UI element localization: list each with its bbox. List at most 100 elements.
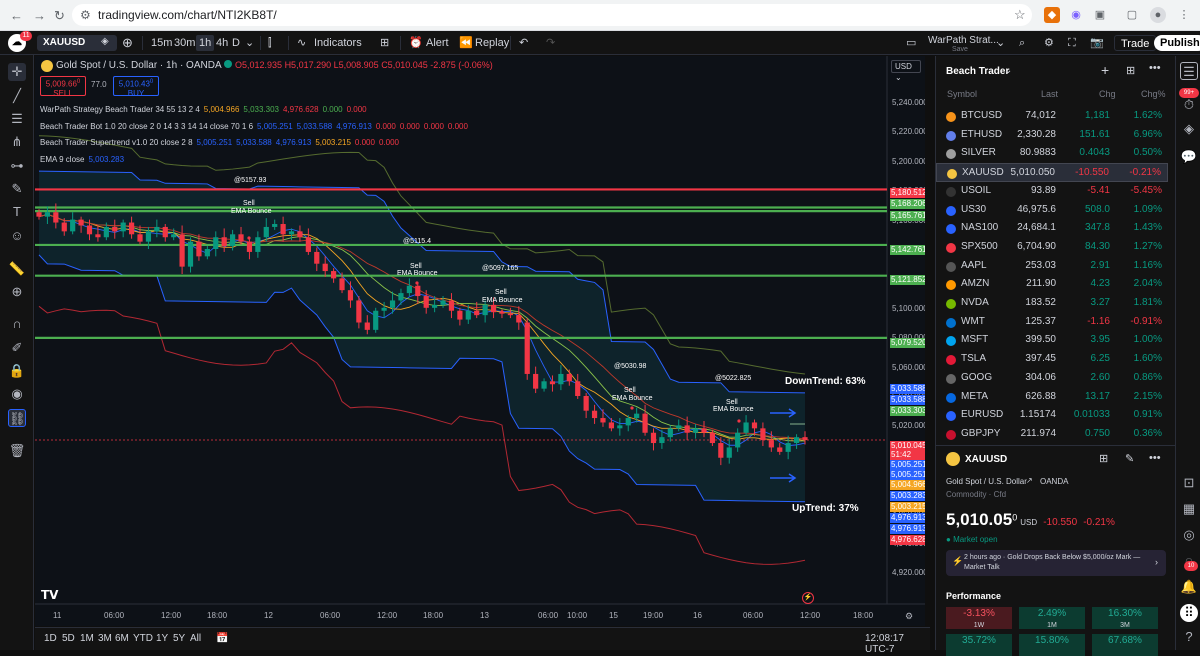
symbol-search[interactable]: XAUUSD ◈	[37, 35, 117, 51]
col-symbol[interactable]: Symbol	[947, 89, 977, 99]
watchlist-row[interactable]: EURUSD 1.15174 0.01033 0.91%	[936, 406, 1168, 425]
detail-layout-icon[interactable]: ⊞	[1099, 452, 1108, 465]
range-3m[interactable]: 3M	[98, 633, 112, 644]
link-icon[interactable]: ⛓	[8, 409, 26, 427]
settings-gear-icon[interactable]: ⚙	[1044, 35, 1054, 51]
sell-button[interactable]: 5,009.660 SELL	[40, 76, 86, 98]
publish-button[interactable]: Publish	[1154, 35, 1200, 51]
range-5y[interactable]: 5Y	[173, 633, 185, 644]
ideas-icon[interactable]: ◎	[1180, 526, 1198, 544]
crosshair-icon[interactable]: ✛	[8, 63, 26, 81]
strategy-dropdown-icon[interactable]: ⌄	[996, 35, 1005, 51]
reload-icon[interactable]: ↻	[54, 8, 65, 24]
col-chg-pct[interactable]: Chg%	[1141, 89, 1166, 99]
candle-type-icon[interactable]: ⫿	[268, 35, 272, 51]
watchlist-row[interactable]: NVDA 183.52 3.27 1.81%	[936, 294, 1168, 313]
watchlist-dropdown-icon[interactable]: ⌄	[1004, 65, 1012, 76]
interval-1h[interactable]: 1h	[196, 35, 215, 51]
watchlist-row[interactable]: NAS100 24,684.1 347.8 1.43%	[936, 219, 1168, 238]
alerts-clock-icon[interactable]: ⏱	[1180, 96, 1198, 114]
profile-icon[interactable]: ●	[1150, 7, 1166, 23]
add-symbol-icon[interactable]: +	[1101, 62, 1109, 78]
interval-d[interactable]: D	[232, 35, 240, 51]
redo-icon[interactable]: ↷	[546, 35, 555, 51]
notifications-bell-icon[interactable]: 🔔	[1180, 578, 1198, 596]
interval-4h[interactable]: 4h	[216, 35, 228, 51]
watchlist-row[interactable]: MSFT 399.50 3.95 1.00%	[936, 331, 1168, 350]
chart-pane[interactable]: Gold Spot / U.S. Dollar · 1h · OANDA O5,…	[35, 56, 925, 626]
range-all[interactable]: All	[190, 633, 201, 644]
detail-more-icon[interactable]: •••	[1149, 452, 1161, 464]
performance-cell[interactable]: 35.72%	[946, 634, 1012, 656]
col-chg[interactable]: Chg	[1099, 89, 1116, 99]
watchlist-icon[interactable]: ☰	[1180, 62, 1198, 80]
lightning-icon[interactable]: ⚡	[802, 592, 814, 604]
date-range-icon[interactable]: 📅	[216, 633, 228, 644]
snapshot-camera-icon[interactable]: 📷	[1090, 35, 1104, 51]
emoji-icon[interactable]: ☺	[8, 227, 26, 245]
indicator-legend-row[interactable]: Beach Trader Supertrend v1.0 20 close 2 …	[40, 135, 468, 152]
forward-icon[interactable]: →	[33, 8, 46, 23]
detail-external-icon[interactable]: ↗	[1026, 476, 1033, 485]
text-tool-icon[interactable]: T	[8, 203, 26, 221]
magnet-icon[interactable]: ∩	[8, 315, 26, 333]
interval-15m[interactable]: 15m	[151, 35, 172, 51]
clock-time[interactable]: 12:08:17 UTC-7	[865, 633, 930, 655]
watchlist-row[interactable]: GBPJPY 211.974 0.750 0.36%	[936, 425, 1168, 444]
news-item[interactable]: ⚡ 2 hours ago · Gold Drops Back Below $5…	[946, 550, 1166, 576]
buy-button[interactable]: 5,010.430 BUY	[113, 76, 159, 98]
calendar-icon[interactable]: ▦	[1180, 500, 1198, 518]
ruler-icon[interactable]: 📏	[8, 260, 26, 278]
data-window-icon[interactable]: ◈	[1180, 120, 1198, 138]
performance-cell[interactable]: -3.13% 1W	[946, 607, 1012, 629]
range-5d[interactable]: 5D	[62, 633, 75, 644]
trash-icon[interactable]: 🗑	[8, 442, 26, 460]
detail-symbol[interactable]: XAUUSD	[965, 454, 1007, 465]
watchlist-row[interactable]: USOIL 93.89 -5.41 -5.45%	[936, 182, 1168, 201]
fullscreen-icon[interactable]: ⛶	[1068, 35, 1076, 51]
performance-cell[interactable]: 16.30% 3M	[1092, 607, 1158, 629]
interval-dropdown-icon[interactable]: ⌄	[245, 35, 254, 51]
watchlist-row[interactable]: GOOG 304.06 2.60 0.86%	[936, 369, 1168, 388]
pattern-icon[interactable]: ⋔	[8, 133, 26, 151]
detail-edit-icon[interactable]: ✎	[1125, 452, 1134, 465]
bookmark-star-icon[interactable]: ☆	[1014, 7, 1026, 23]
watchlist-more-icon[interactable]: •••	[1149, 62, 1161, 74]
watchlist-row[interactable]: AMZN 211.90 4.23 2.04%	[936, 275, 1168, 294]
prediction-icon[interactable]: ⊶	[8, 157, 26, 175]
zoom-search-icon[interactable]: ⌕	[1019, 35, 1025, 51]
performance-cell[interactable]: 67.68%	[1092, 634, 1158, 656]
replay-icon[interactable]: ⏪	[459, 35, 473, 51]
watchlist-row[interactable]: META 626.88 13.17 2.15%	[936, 388, 1168, 407]
hide-eye-icon[interactable]: ◉	[8, 385, 26, 403]
metamask-icon[interactable]: ◆	[1044, 7, 1060, 23]
range-6m[interactable]: 6M	[115, 633, 129, 644]
range-1y[interactable]: 1Y	[156, 633, 168, 644]
range-ytd[interactable]: YTD	[133, 633, 153, 644]
indicators-button[interactable]: Indicators	[314, 35, 362, 51]
layout-icon[interactable]: ▭	[906, 35, 916, 51]
trend-line-icon[interactable]: ╱	[8, 87, 26, 105]
indicator-legend-row[interactable]: EMA 9 close 5,003.283	[40, 152, 468, 169]
stay-drawing-icon[interactable]: ✐	[8, 339, 26, 357]
indicator-legend-row[interactable]: WarPath Strategy Beach Trader 34 55 13 2…	[40, 102, 468, 119]
replay-button[interactable]: Replay	[475, 35, 509, 51]
address-bar[interactable]: ⚙ tradingview.com/chart/NTI2KB8T/	[72, 4, 1032, 26]
watchlist-row[interactable]: ETHUSD 2,330.28 151.61 6.96%	[936, 126, 1168, 145]
watchlist-row[interactable]: SILVER 80.9883 0.4043 0.50%	[936, 144, 1168, 163]
performance-cell[interactable]: 15.80%	[1019, 634, 1085, 656]
range-1m[interactable]: 1M	[80, 633, 94, 644]
alert-icon[interactable]: ⏰	[409, 35, 423, 51]
interval-30m[interactable]: 30m	[174, 35, 195, 51]
watchlist-title[interactable]: Beach Trader	[946, 66, 1009, 77]
indicators-icon[interactable]: ∿	[297, 35, 306, 51]
templates-icon[interactable]: ⊞	[380, 35, 389, 51]
lock-icon[interactable]: 🔒	[8, 362, 26, 380]
watchlist-row[interactable]: BTCUSD 74,012 1,181 1.62%	[936, 107, 1168, 126]
back-icon[interactable]: ←	[10, 8, 23, 23]
extensions-puzzle-icon[interactable]: ▣	[1092, 7, 1108, 23]
watchlist-layout-icon[interactable]: ⊞	[1126, 64, 1135, 77]
undo-icon[interactable]: ↶	[519, 35, 528, 51]
col-last[interactable]: Last	[1041, 89, 1058, 99]
chat-icon[interactable]: 💬	[1180, 148, 1198, 166]
